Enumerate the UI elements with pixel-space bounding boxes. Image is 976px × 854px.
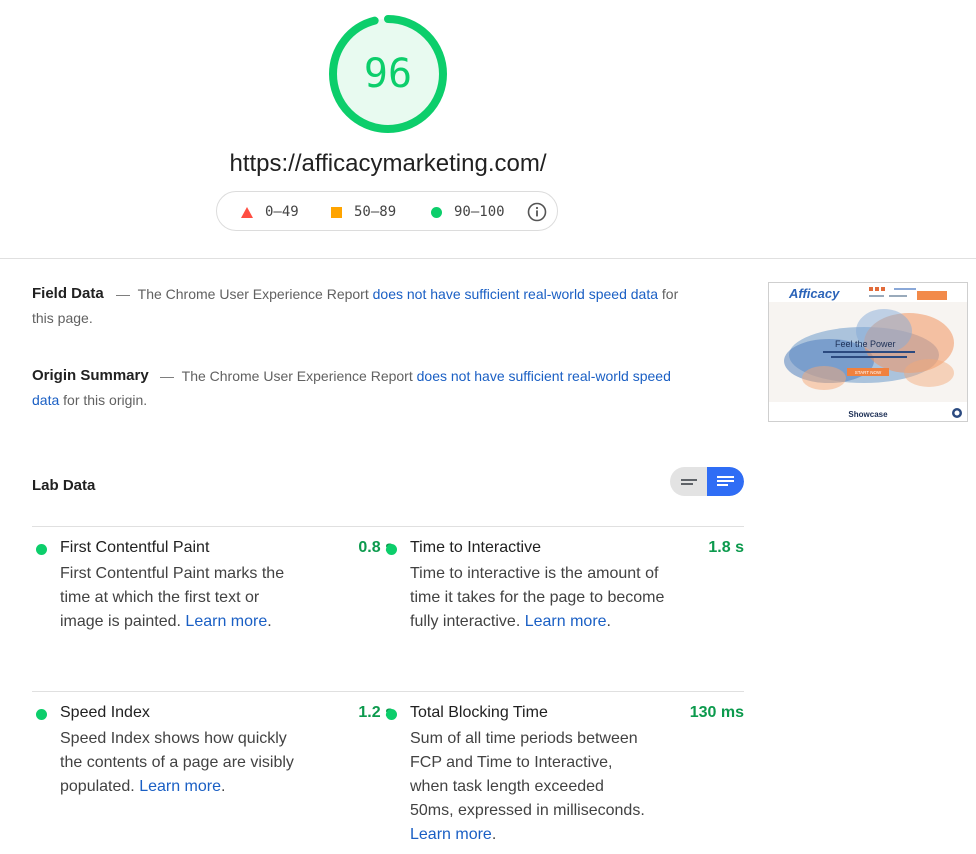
legend-pass: 90–100 [431, 192, 505, 232]
learn-more-link[interactable]: Learn more [410, 826, 492, 843]
learn-more-link[interactable]: Learn more [139, 778, 221, 795]
metric-name: Speed Index [60, 704, 150, 721]
legend-fail: 0–49 [241, 192, 299, 232]
thumbnail-image: Afficacy Feel the Power START NOW Showca… [769, 283, 967, 421]
metric-description: Speed Index shows how quickly the conten… [60, 730, 294, 795]
metric-description: First Contentful Paint marks the time at… [60, 565, 285, 630]
learn-more-link[interactable]: Learn more [525, 613, 607, 630]
metric-first-contentful-paint: First Contentful Paint 0.8 s First Conte… [32, 526, 394, 691]
page-screenshot-thumbnail: Afficacy Feel the Power START NOW Showca… [768, 282, 968, 422]
field-data-summary: — The Chrome User Experience Report does… [32, 286, 679, 326]
thumbnail-caption: Showcase [848, 410, 888, 419]
legend-pass-label: 90–100 [454, 204, 505, 220]
collapsed-view-button[interactable] [670, 467, 707, 496]
metric-description: Time to interactive is the amount of tim… [410, 565, 665, 630]
score-header: 96 https://afficacymarketing.com/ 0–49 5… [0, 0, 976, 259]
collapsed-list-icon [681, 479, 697, 485]
expanded-list-icon [717, 476, 734, 486]
metric-view-toggle[interactable] [670, 467, 744, 496]
metric-total-blocking-time: Total Blocking Time 130 ms Sum of all ti… [382, 691, 744, 854]
score-gauge: 96 [327, 13, 449, 135]
page-url: https://afficacymarketing.com/ [229, 150, 547, 177]
score-value: 96 [363, 51, 413, 97]
pass-dot-icon [386, 544, 397, 555]
metric-name: First Contentful Paint [60, 539, 210, 556]
field-data-text: The Chrome User Experience Report [137, 286, 369, 302]
learn-more-link[interactable]: Learn more [185, 613, 267, 630]
metric-value: 130 ms [689, 704, 744, 721]
legend-average: 50–89 [331, 192, 396, 232]
circle-icon [431, 206, 442, 218]
thumbnail-start-now-label: START NOW [855, 370, 882, 375]
metric-value: 1.8 s [708, 539, 744, 556]
field-data-link[interactable]: does not have sufficient real-world spee… [373, 286, 658, 302]
lab-data-title: Lab Data [32, 477, 96, 494]
pass-dot-icon [386, 709, 397, 720]
metric-description-text: Sum of all time periods between FCP and … [410, 730, 645, 819]
thumbnail-headline: Feel the Power [835, 339, 896, 349]
thumbnail-brand: Afficacy [788, 286, 840, 301]
pass-dot-icon [36, 544, 47, 555]
origin-summary-text: The Chrome User Experience Report [181, 368, 413, 384]
origin-summary-text-block: — The Chrome User Experience Report does… [32, 368, 671, 408]
metric-description: Sum of all time periods between FCP and … [410, 730, 645, 843]
metric-time-to-interactive: Time to Interactive 1.8 s Time to intera… [382, 526, 744, 691]
info-icon[interactable] [527, 202, 547, 222]
origin-summary-text-after: for this origin. [63, 392, 148, 408]
expanded-view-button[interactable] [707, 467, 744, 496]
metric-name: Time to Interactive [410, 539, 542, 556]
metric-name: Total Blocking Time [410, 704, 548, 721]
pass-dot-icon [36, 709, 47, 720]
score-legend: 0–49 50–89 90–100 [216, 191, 558, 231]
metric-speed-index: Speed Index 1.2 s Speed Index shows how … [32, 691, 394, 854]
triangle-icon [241, 206, 253, 218]
legend-average-label: 50–89 [354, 204, 397, 220]
square-icon [331, 206, 342, 218]
legend-fail-label: 0–49 [265, 204, 299, 220]
